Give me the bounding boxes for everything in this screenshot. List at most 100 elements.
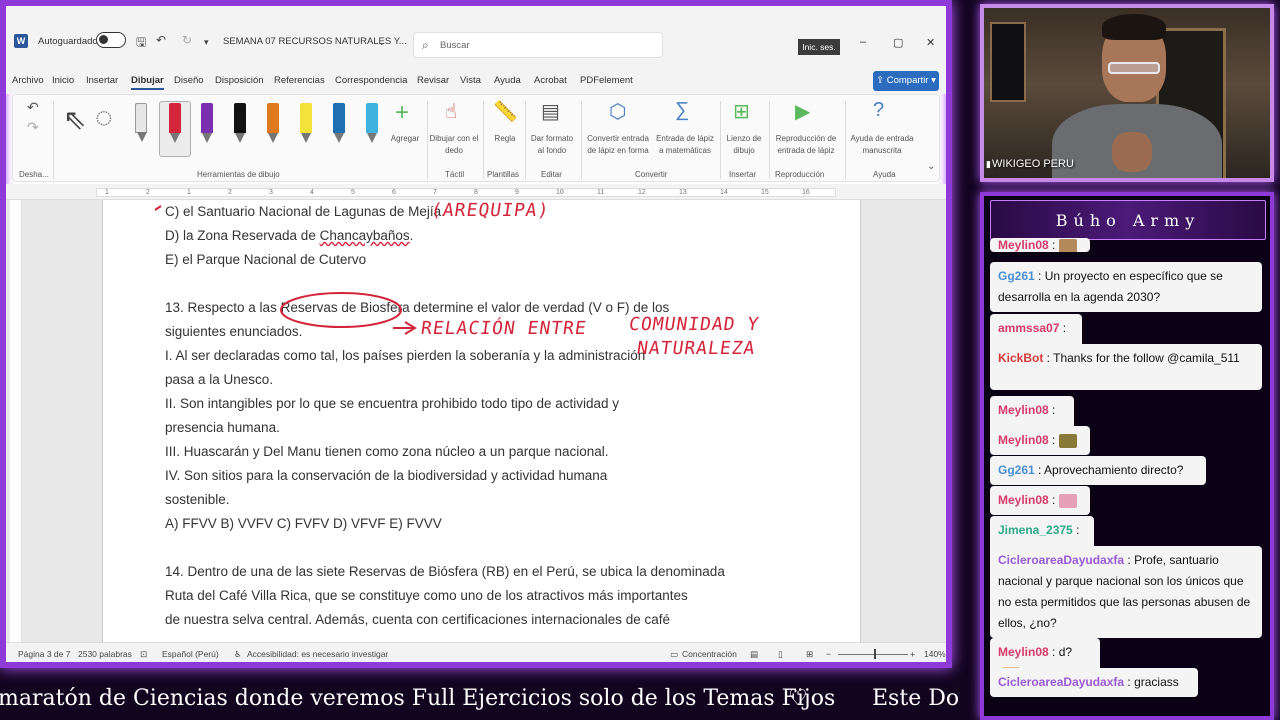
accessibility-status[interactable]: Accesibilidad: es necesario investigar xyxy=(247,649,388,659)
ruler-number: 2 xyxy=(146,189,150,196)
draw-with-touch-icon[interactable]: ☝ xyxy=(445,99,457,124)
ink-to-math-icon[interactable]: ∑ xyxy=(675,99,689,122)
chat-username[interactable]: CicleroareaDayudaxfa xyxy=(998,553,1124,567)
tab-diseno[interactable]: Diseño xyxy=(174,75,204,86)
horizontal-ruler: 1 2 1 2 3 4 5 6 7 8 9 10 11 12 13 14 15 16 xyxy=(6,184,946,200)
zoom-slider[interactable] xyxy=(838,654,908,655)
customize-qat-icon[interactable]: ▾ xyxy=(204,37,209,48)
eraser-icon[interactable] xyxy=(135,103,147,142)
tab-referencias[interactable]: Referencias xyxy=(274,75,325,86)
page-count[interactable]: Página 3 de 7 xyxy=(18,649,70,659)
focus-mode-button[interactable]: Concentración xyxy=(682,649,737,659)
ink-to-shape-button[interactable]: Convertir entrada de lápiz en forma xyxy=(585,133,651,157)
zoom-slider-thumb[interactable] xyxy=(874,649,876,659)
ruler-number: 4 xyxy=(310,189,314,196)
format-background-button[interactable]: Dar formato al fondo xyxy=(527,133,577,157)
purple-pen-icon[interactable] xyxy=(201,103,213,143)
tab-dibujar[interactable]: Dibujar xyxy=(131,75,164,90)
ruler-icon[interactable]: 📏 xyxy=(493,99,518,124)
chat-username[interactable]: CicleroareaDayudaxfa xyxy=(998,675,1124,689)
tab-inicio[interactable]: Inicio xyxy=(52,75,74,86)
yellow-highlighter-icon[interactable] xyxy=(300,103,312,143)
tab-insertar[interactable]: Insertar xyxy=(86,75,118,86)
tab-correspondencia[interactable]: Correspondencia xyxy=(335,75,407,86)
chat-username[interactable]: Meylin08 xyxy=(998,493,1049,507)
tab-ayuda[interactable]: Ayuda xyxy=(494,75,521,86)
zoom-out-icon[interactable]: − xyxy=(826,649,831,659)
light-blue-pen-icon[interactable] xyxy=(366,103,378,143)
proofing-icon[interactable]: ⊡ xyxy=(140,649,147,660)
chevron-down-icon[interactable]: ⌄ xyxy=(378,37,386,48)
word-count[interactable]: 2530 palabras xyxy=(78,649,132,659)
share-button[interactable]: ⇪ Compartir ▾ xyxy=(873,71,939,91)
undo-icon[interactable]: ↶ xyxy=(27,99,39,116)
undo-icon[interactable]: ↶ xyxy=(156,33,166,47)
chat-username[interactable]: Jimena_2375 xyxy=(998,523,1073,537)
chevron-down-icon: ▾ xyxy=(931,75,936,86)
chat-username[interactable]: Meylin08 xyxy=(998,645,1049,659)
black-pen-icon[interactable] xyxy=(234,103,246,143)
format-background-icon[interactable]: ▤ xyxy=(541,99,560,124)
ribbon-separator xyxy=(483,101,484,179)
signin-button[interactable]: Inic. ses. xyxy=(798,39,840,55)
heart-icon: ♡ xyxy=(788,686,808,711)
orange-pen-icon[interactable] xyxy=(267,103,279,143)
chat-text: : xyxy=(1048,238,1056,252)
ruler-button[interactable]: Regla xyxy=(487,133,523,145)
chat-username[interactable]: Gg261 xyxy=(998,463,1035,477)
tab-archivo[interactable]: Archivo xyxy=(12,75,44,86)
autosave-toggle[interactable] xyxy=(96,32,126,48)
ink-help-button[interactable]: Ayuda de entrada manuscrita xyxy=(847,133,917,157)
ink-replay-icon[interactable]: ▶ xyxy=(795,99,810,124)
tab-disposicion[interactable]: Disposición xyxy=(215,75,264,86)
misspelled-word[interactable]: Chancaybaños xyxy=(320,228,410,243)
save-icon[interactable]: 🖫 xyxy=(136,33,146,54)
status-bar: Página 3 de 7 2530 palabras ⊡ Español (P… xyxy=(6,642,946,662)
search-input[interactable]: ⌕ Buscar xyxy=(413,32,663,58)
ribbon-separator xyxy=(525,101,526,179)
ink-help-icon[interactable]: ? xyxy=(873,99,884,122)
tab-vista[interactable]: Vista xyxy=(460,75,481,86)
collapse-ribbon-icon[interactable]: ⌄ xyxy=(927,161,935,172)
chat-username[interactable]: Meylin08 xyxy=(998,403,1049,417)
drawing-canvas-button[interactable]: Lienzo de dibujo xyxy=(723,133,765,157)
draw-with-touch-button[interactable]: Dibujar con el dedo xyxy=(429,133,479,157)
doc-line-part: . xyxy=(409,228,414,243)
ink-replay-button[interactable]: Reproducción de entrada de lápiz xyxy=(771,133,841,157)
red-pen-icon[interactable] xyxy=(169,103,181,143)
close-button[interactable]: ✕ xyxy=(926,36,935,49)
web-layout-icon[interactable]: ⊞ xyxy=(806,649,813,660)
chat-panel: Búho Army Meylin08 : Gg261 : Un proyecto … xyxy=(980,192,1274,720)
read-mode-icon[interactable]: ▤ xyxy=(750,649,758,660)
ribbon-separator xyxy=(720,101,721,179)
tab-acrobat[interactable]: Acrobat xyxy=(534,75,567,86)
ink-to-shape-icon[interactable]: ⬡ xyxy=(609,99,626,124)
document-page[interactable]: C) el Santuario Nacional de Lagunas de M… xyxy=(102,200,861,642)
doc-line: II. Son intangibles por lo que se encuen… xyxy=(165,396,620,411)
chat-username[interactable]: ammssa07 xyxy=(998,321,1059,335)
ink-to-math-button[interactable]: Entrada de lápiz a matemáticas xyxy=(653,133,717,157)
print-layout-icon[interactable]: ▯ xyxy=(778,649,783,660)
zoom-in-icon[interactable]: + xyxy=(910,649,915,659)
redo-icon[interactable]: ↻ xyxy=(182,33,192,47)
ruler-number: 5 xyxy=(351,189,355,196)
chat-username[interactable]: Meylin08 xyxy=(998,433,1049,447)
tab-revisar[interactable]: Revisar xyxy=(417,75,449,86)
minimize-button[interactable]: – xyxy=(860,36,866,48)
chat-username[interactable]: Meylin08 xyxy=(998,238,1049,252)
chat-username[interactable]: KickBot xyxy=(998,351,1043,365)
lasso-select-icon[interactable]: ◌ xyxy=(95,101,113,135)
language[interactable]: Español (Perú) xyxy=(162,649,219,659)
add-pen-icon[interactable]: + xyxy=(395,99,409,127)
ruler-number: 12 xyxy=(638,189,646,196)
select-cursor-icon[interactable]: ⇖ xyxy=(63,103,86,136)
tab-pdfelement[interactable]: PDFelement xyxy=(580,75,633,86)
blue-pen-icon[interactable] xyxy=(333,103,345,143)
restore-button[interactable]: ▢ xyxy=(893,36,903,49)
zoom-level[interactable]: 140% xyxy=(924,649,946,659)
drawing-canvas-icon[interactable]: ⊞ xyxy=(733,99,750,124)
redo-icon[interactable]: ↷ xyxy=(27,119,39,136)
ink-note: (AREQUIPA) xyxy=(429,200,551,221)
document-area[interactable]: C) el Santuario Nacional de Lagunas de M… xyxy=(6,200,946,642)
chat-username[interactable]: Gg261 xyxy=(998,269,1035,283)
